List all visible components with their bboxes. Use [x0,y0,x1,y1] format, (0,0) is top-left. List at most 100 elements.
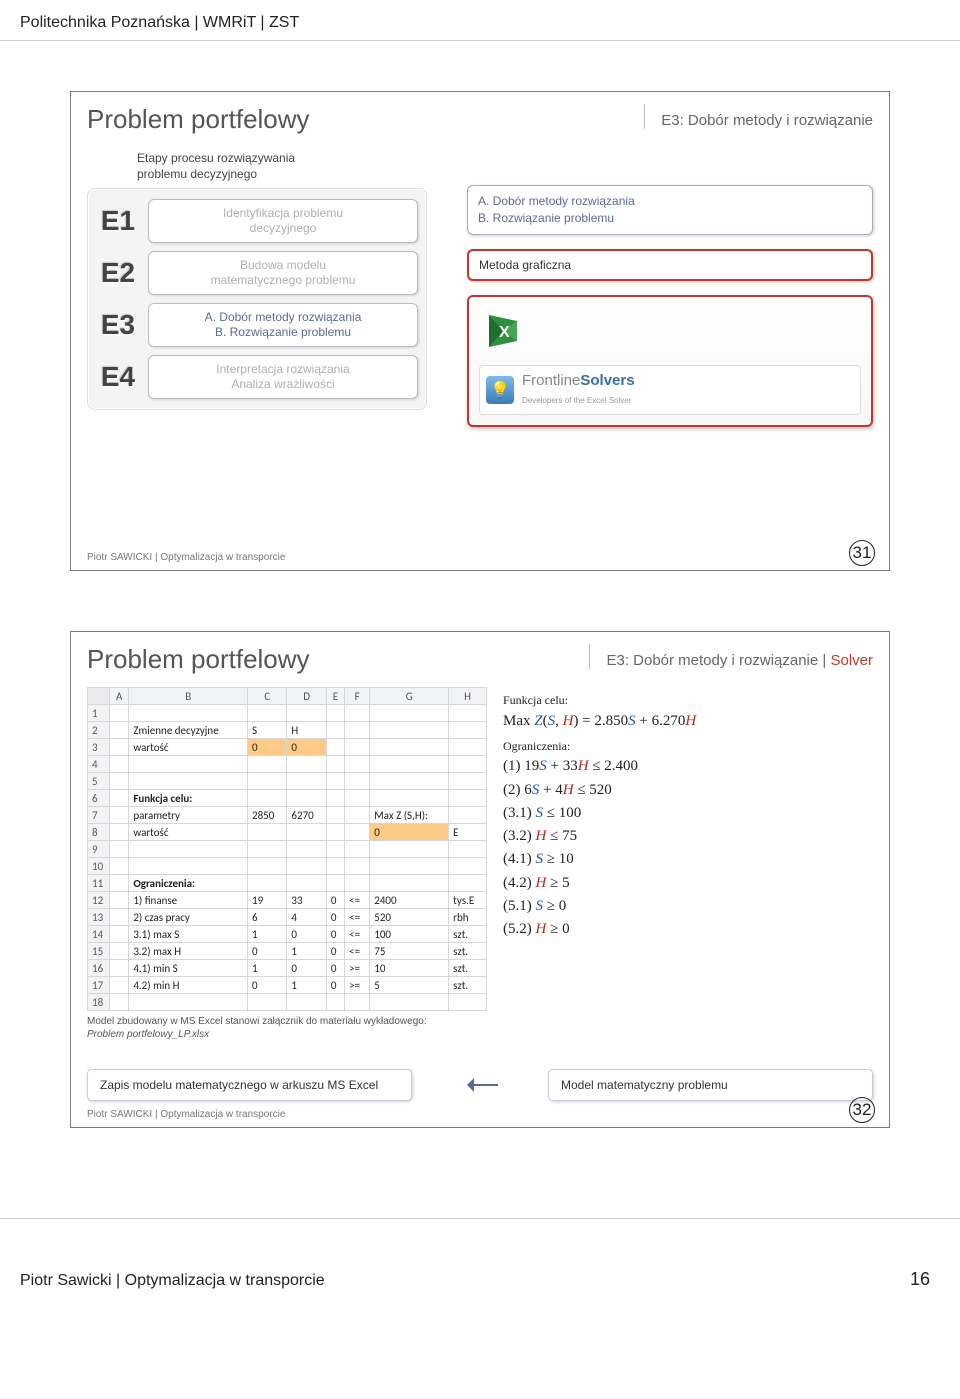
frontline-word2: Solvers [580,372,634,389]
cell [345,858,370,875]
cell [326,790,344,807]
cell: 0 [326,977,344,994]
cell: wartość [129,824,248,841]
cell [326,773,344,790]
cell: E [449,824,487,841]
cell: 6 [248,909,287,926]
cell: 0 [326,960,344,977]
cell [449,858,487,875]
cell [287,994,326,1011]
etapy-panel: E1Identyfikacja problemudecyzyjnegoE2Bud… [87,188,427,410]
slide31-footer-text: Piotr SAWICKI | Optymalizacja w transpor… [87,552,285,563]
cell [449,807,487,824]
cell [326,739,344,756]
cell: 75 [370,943,449,960]
cell: Funkcja celu: [129,790,248,807]
cell: 0 [326,909,344,926]
col-header: D [287,688,326,705]
row-number: 14 [88,926,110,943]
cell: 0 [248,977,287,994]
row-number: 18 [88,994,110,1011]
cell [370,994,449,1011]
cell [370,790,449,807]
math-block: Funkcja celu: Max Z(S, H) = 2.850S + 6.2… [503,687,873,941]
card-left: Zapis modelu matematycznego w arkuszu MS… [87,1069,412,1101]
fn-plus: + 6.270 [636,713,686,729]
row-number: 7 [88,807,110,824]
cell [326,875,344,892]
slide32-number: 32 [849,1097,875,1123]
cell [326,807,344,824]
cell [287,875,326,892]
cell [287,773,326,790]
cell: <= [345,926,370,943]
footer-page-number: 16 [910,1269,930,1290]
col-header: C [248,688,287,705]
cell [326,841,344,858]
row-number: 9 [88,841,110,858]
cell [110,892,129,909]
cell [129,705,248,722]
cell [449,739,487,756]
row-number: 17 [88,977,110,994]
cell: 4 [287,909,326,926]
cell: 33 [287,892,326,909]
frontline-logo: 💡 FrontlineSolvers Developers of the Exc… [479,365,861,415]
cell [370,875,449,892]
cell: Max Z (S,H): [370,807,449,824]
cell: 3.2) max H [129,943,248,960]
cell [449,756,487,773]
col-header: B [129,688,248,705]
cell [248,773,287,790]
frontline-text: FrontlineSolvers Developers of the Excel… [522,372,635,408]
cell [345,824,370,841]
cell [449,875,487,892]
cell [248,756,287,773]
lightbulb-icon: 💡 [486,376,514,404]
cell: szt. [449,926,487,943]
etapa-row: E1Identyfikacja problemudecyzyjnego [94,195,420,247]
cell: 19 [248,892,287,909]
cell: szt. [449,977,487,994]
cell: 0 [287,960,326,977]
col-header: F [345,688,370,705]
slide32-footer-text: Piotr SAWICKI | Optymalizacja w transpor… [87,1109,285,1120]
cell: 1) finanse [129,892,248,909]
model-note-l1: Model zbudowany w MS Excel stanowi załąc… [87,1016,427,1027]
fn-arg-h: H [563,713,574,729]
footer-author: Piotr Sawicki | Optymalizacja w transpor… [20,1272,325,1290]
cell [248,705,287,722]
etapy-caption: Etapy procesu rozwiązywania problemu dec… [137,151,427,182]
cell: 5 [370,977,449,994]
cell: 4.2) min H [129,977,248,994]
constraints-label: Ograniczenia: [503,737,873,756]
slide31-title: Problem portfelowy [87,104,644,135]
cell [345,790,370,807]
col-header: E [326,688,344,705]
cell: 2850 [248,807,287,824]
etapa-number: E1 [96,205,140,237]
cell [287,858,326,875]
cell [248,858,287,875]
constraint-line: (4.2) H ≥ 5 [503,872,873,895]
cell: tys.E [449,892,487,909]
row-number: 12 [88,892,110,909]
cell [129,994,248,1011]
cell [370,858,449,875]
cell [110,807,129,824]
cell: 1 [248,926,287,943]
fn-eq: ) = 2.850 [573,713,628,729]
etapa-number: E4 [96,361,140,393]
cell [110,977,129,994]
model-note: Model zbudowany w MS Excel stanowi załąc… [87,1015,487,1041]
slide32-subtitle-accent: Solver [830,652,873,669]
page-footer: Piotr Sawicki | Optymalizacja w transpor… [0,1218,960,1310]
cell [110,705,129,722]
slide31-number: 31 [849,540,875,566]
cell: Ograniczenia: [129,875,248,892]
cell [370,841,449,858]
cell [287,756,326,773]
cell [449,722,487,739]
cell: 0 [370,824,449,841]
cell: 0 [248,739,287,756]
